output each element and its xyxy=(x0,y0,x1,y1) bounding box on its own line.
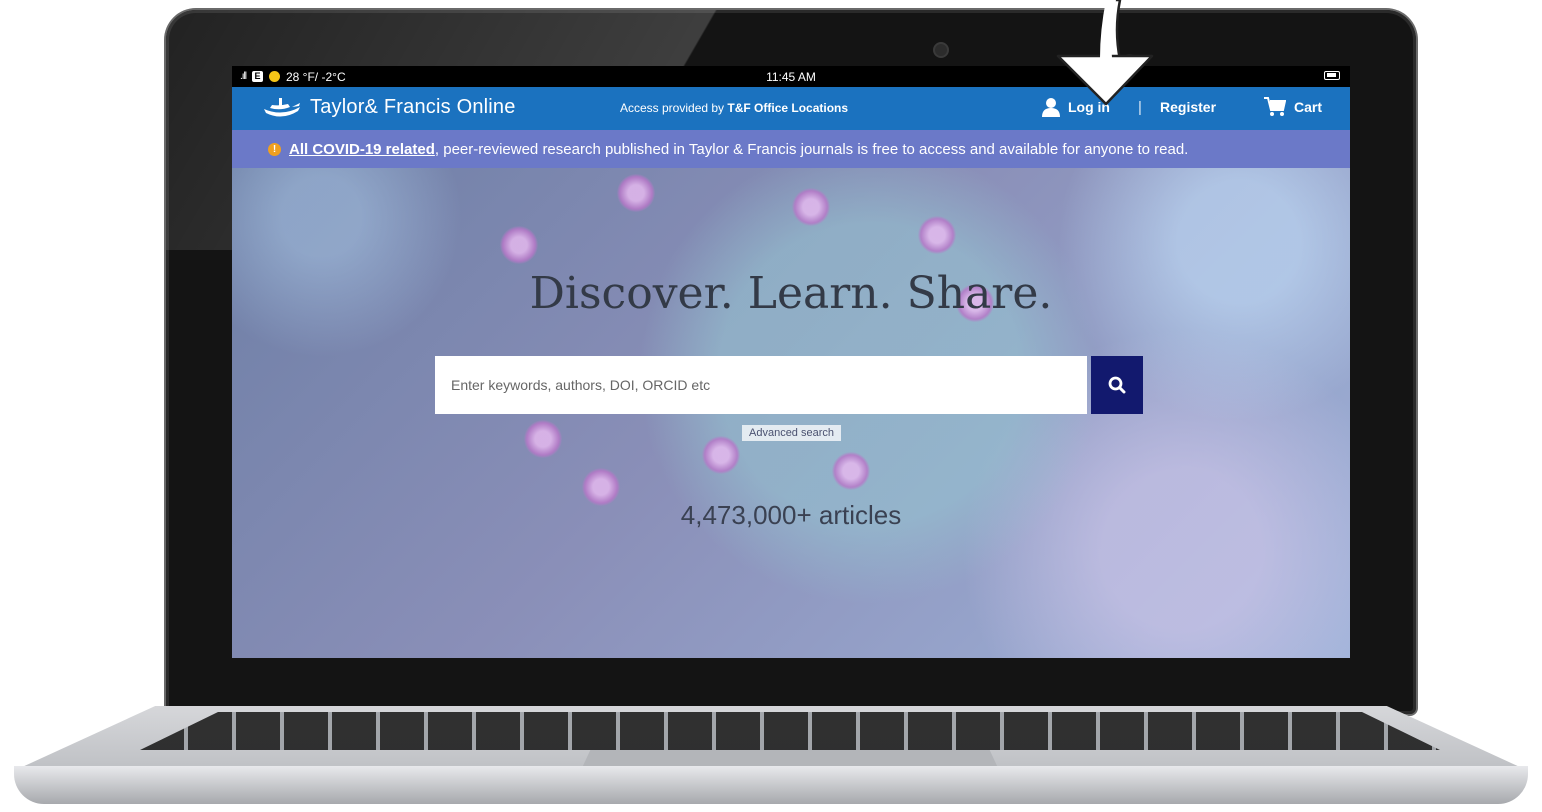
warning-icon: ! xyxy=(268,142,281,156)
search-input[interactable] xyxy=(435,356,1087,414)
site-header: Taylor& Francis Online Access provided b… xyxy=(232,87,1350,130)
status-left: .ıll E 28 °F/ -2°C xyxy=(240,70,346,84)
cart-link[interactable]: Cart xyxy=(1264,97,1322,117)
virus-spike-decoration xyxy=(524,420,562,458)
virus-spike-decoration xyxy=(617,174,655,212)
arrow-pointer-icon xyxy=(1056,0,1154,106)
search-bar xyxy=(435,356,1143,414)
access-notice: Access provided by T&F Office Locations xyxy=(620,101,848,115)
laptop-front-edge xyxy=(14,766,1528,804)
covid-banner: ! All COVID-19 related, peer-reviewed re… xyxy=(232,130,1350,168)
status-bar: .ıll E 28 °F/ -2°C 11:45 AM xyxy=(232,66,1350,87)
access-org: T&F Office Locations xyxy=(727,101,849,115)
access-prefix: Access provided by xyxy=(620,101,728,115)
signal-icon: .ıll xyxy=(240,71,247,82)
virus-spike-decoration xyxy=(832,452,870,490)
webcam xyxy=(935,44,947,56)
site-logo[interactable]: Taylor& Francis Online xyxy=(262,96,516,119)
advanced-search-link[interactable]: Advanced search xyxy=(742,425,841,441)
keyboard xyxy=(140,712,1440,750)
covid-link[interactable]: All COVID-19 related xyxy=(289,141,435,158)
status-time: 11:45 AM xyxy=(766,69,816,84)
article-count: 4,473,000+ articles xyxy=(680,500,902,530)
covid-banner-text: , peer-reviewed research published in Ta… xyxy=(434,140,1189,158)
virus-spike-decoration xyxy=(792,188,830,226)
weather-text: 28 °F/ -2°C xyxy=(286,69,346,84)
hero-section: Discover. Learn. Share. Advanced search … xyxy=(232,168,1350,658)
battery-icon xyxy=(1324,71,1340,80)
logo-text: Taylor& Francis Online xyxy=(310,96,516,118)
lamp-icon xyxy=(264,97,300,117)
virus-spike-decoration xyxy=(500,226,538,264)
virus-spike-decoration xyxy=(702,436,740,474)
search-button[interactable] xyxy=(1091,356,1143,414)
virus-spike-decoration xyxy=(918,216,956,254)
search-icon xyxy=(1108,376,1126,394)
cart-icon xyxy=(1264,97,1286,116)
cart-label: Cart xyxy=(1294,99,1323,115)
hero-title: Discover. Learn. Share. xyxy=(529,268,1053,319)
laptop-screen: .ıll E 28 °F/ -2°C 11:45 AM Taylor& Fran… xyxy=(232,66,1350,658)
weather-sun-icon xyxy=(269,71,280,82)
e-badge-icon: E xyxy=(252,71,263,82)
register-link[interactable]: Register xyxy=(1160,99,1216,115)
laptop-base xyxy=(0,706,1542,812)
